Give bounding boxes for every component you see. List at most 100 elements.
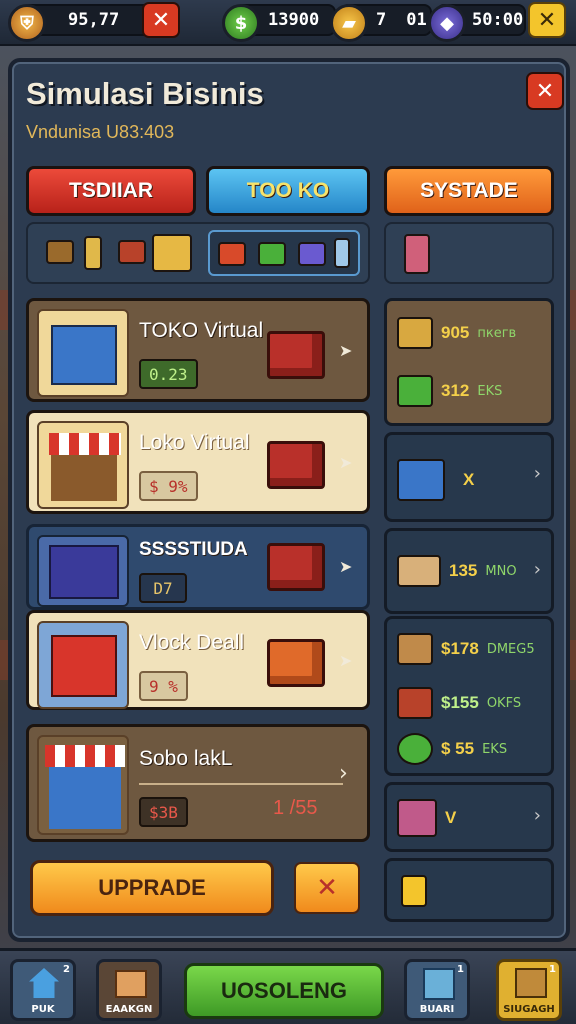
blue-box-icon [49,545,119,599]
side-item-card[interactable]: X › [384,432,554,522]
awning-icon [49,433,121,455]
cash-icon: $ [222,4,260,42]
nav-storage-button[interactable]: EAAKGN [96,959,162,1021]
tab-tsdiiar[interactable]: TSDIIAR [26,166,196,216]
side-item[interactable]: 312 EKS [397,375,502,407]
close-yellow-button[interactable]: ✕ [528,2,566,38]
chevron-right-icon[interactable]: › [339,761,348,786]
card-value: $3B [139,797,188,827]
chevron-right-icon[interactable]: › [534,559,541,580]
red-package-icon [267,543,325,591]
lamp-icon[interactable] [84,236,102,270]
nav-buildings-button[interactable]: 1 BUARI [404,959,470,1021]
green-orb-icon [397,733,433,765]
cabinet-icon[interactable] [152,234,192,272]
side-item[interactable]: $ 55 EKS [397,733,507,765]
nav-home-button[interactable]: 2 PUK [10,959,76,1021]
nav-label: EAAKGN [105,1004,153,1015]
chevron-right-icon[interactable]: › [534,463,541,484]
chair-icon[interactable] [46,240,74,264]
business-card-sssstiuda[interactable]: SSSSTIUDA D7 ➤ [26,524,370,610]
shop-icon [51,455,117,501]
red-package-icon [267,331,325,379]
side-item: V [397,799,456,837]
side-price-box: 905 пкегв 312 EKS [384,298,554,426]
side-price: X [463,470,475,489]
business-card-sobo-lakl[interactable]: Sobo lakL $3B 1 /55 › [26,724,370,842]
business-card-vlock-deall[interactable]: Vlock Deall 9 % ➤ [26,610,370,710]
red-shop-icon [51,635,117,697]
side-sub: MNO [485,563,517,579]
close-icon: ✕ [535,78,555,104]
selected-items-group[interactable] [208,230,360,276]
side-price-list: $178 DMEG5 $155 OKFS $ 55 EKS [384,616,554,776]
chevron-right-icon[interactable]: › [534,805,541,826]
coins-counter: ⛨ 95,77 [8,4,152,42]
store-thumbnail [37,421,129,509]
fire-extinguisher-icon[interactable] [404,234,430,274]
business-card-toko-virtual[interactable]: TOKO Virtual 0.23 ➤ [26,298,370,402]
orange-package-icon [267,639,325,687]
cancel-button[interactable]: ✕ [294,862,360,914]
store-thumbnail [37,535,129,607]
side-item[interactable]: 905 пкегв [397,317,516,349]
bag-icon [397,687,433,719]
gold-value-secondary: 01 [406,10,427,30]
bottle-icon [334,238,350,268]
side-slot[interactable] [384,858,554,922]
side-item[interactable]: $178 DMEG5 [397,633,535,665]
tab-tooko[interactable]: TOO KO [206,166,370,216]
blue-crate-icon [397,459,445,501]
panel-title: Simulasi Bisinis [26,76,264,111]
resource-bar: ⛨ 95,77 ✕ $ 13900 ▰ 7 01 ◆ 50:00 ✕ [0,0,576,46]
close-top-button[interactable]: ✕ [142,2,180,38]
side-price: 905 [441,323,470,342]
gold-bar-icon: ▰ [330,4,368,42]
arrow-right-icon[interactable]: ➤ [339,557,352,576]
box-icon[interactable] [118,240,146,264]
business-card-loko-virtual[interactable]: Loko Virtual $ 9% ➤ [26,410,370,514]
side-item: X [397,459,474,501]
nav-label: PUK [31,1004,55,1015]
cash-value: 13900 [268,10,320,30]
card-name: Loko Virtual [139,431,250,454]
side-price: V [445,808,457,827]
home-icon [29,968,59,998]
coins-value: 95,77 [68,10,120,30]
side-item-card[interactable]: V › [384,782,554,852]
close-icon: ✕ [316,873,338,903]
store-thumbnail [37,621,129,709]
side-sub: EKS [482,741,508,757]
bottom-navigation: 2 PUK EAAKGN UOSOLENG 1 BUARI 1 SIUGAGH [0,948,576,1024]
kiosk-icon [49,767,121,829]
notification-badge: 1 [549,964,556,975]
red-package-icon [267,441,325,489]
house-icon [397,799,437,837]
stall-icon [51,325,117,385]
side-item[interactable]: $155 OKFS [397,687,521,719]
side-sub: пкегв [477,325,517,341]
card-value: D7 [139,573,187,603]
card-name: TOKO Virtual [139,319,264,342]
side-item-card[interactable]: 135 MNO › [384,528,554,614]
close-icon: ✕ [151,7,171,33]
side-category-strip [384,222,554,284]
arrow-right-icon[interactable]: ➤ [339,651,352,670]
panel-close-button[interactable]: ✕ [526,72,564,110]
nav-label: SIUGAGH [503,1004,555,1015]
side-price: 135 [449,561,478,580]
notification-badge: 1 [457,964,464,975]
arrow-right-icon[interactable]: ➤ [339,453,352,472]
purple-crate-icon [298,242,326,266]
red-crate-icon [218,242,246,266]
side-price: $155 [441,693,479,712]
nav-shop-button[interactable]: 1 SIUGAGH [496,959,562,1021]
upgrade-button[interactable]: UPPRADE [30,860,274,916]
arrow-right-icon[interactable]: ➤ [339,341,352,360]
tab-systade[interactable]: SYSTADE [384,166,554,216]
store-thumbnail [37,309,129,397]
card-value: 0.23 [139,359,198,389]
green-crate-icon [258,242,286,266]
main-action-button[interactable]: UOSOLENG [184,963,384,1019]
card-name: Vlock Deall [139,631,245,654]
